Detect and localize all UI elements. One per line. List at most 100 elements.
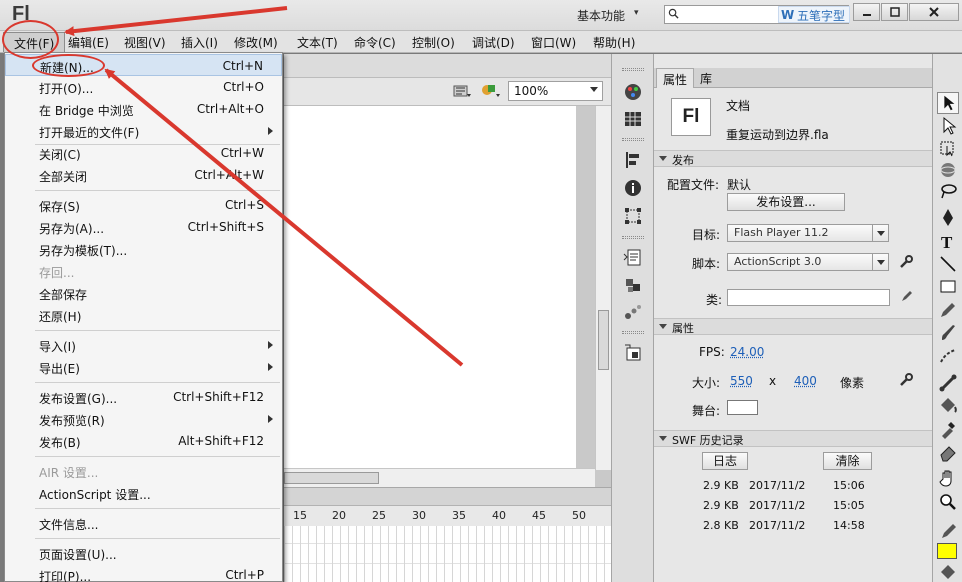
code-snippets-icon[interactable] [623, 248, 643, 268]
menu-item-save-as[interactable]: 另存为(A)... Ctrl+Shift+S [5, 216, 282, 238]
rectangle-tool-icon[interactable] [937, 276, 959, 298]
horizontal-scrollbar[interactable] [284, 468, 595, 487]
pencil-icon[interactable] [900, 289, 914, 303]
tab-library[interactable]: 库 [694, 68, 718, 88]
menu-view[interactable]: 视图(V) [124, 34, 166, 51]
subselection-tool-icon[interactable] [937, 115, 959, 137]
menu-item-file-info[interactable]: 文件信息... [5, 512, 282, 534]
menu-debug[interactable]: 调试(D) [472, 34, 515, 51]
fill-color-icon[interactable] [937, 562, 959, 582]
menu-commands[interactable]: 命令(C) [354, 34, 396, 51]
menu-item-open[interactable]: 打开(O)... Ctrl+O [5, 76, 282, 98]
menu-help[interactable]: 帮助(H) [593, 34, 635, 51]
bone-tool-icon[interactable] [937, 372, 959, 394]
3d-rotation-tool-icon[interactable] [937, 159, 959, 181]
components-icon[interactable] [623, 276, 643, 296]
menu-item-publish[interactable]: 发布(B) Alt+Shift+F12 [5, 430, 282, 452]
log-button[interactable]: 日志 [702, 452, 748, 470]
menu-text[interactable]: 文本(T) [297, 34, 338, 51]
scrollbar-thumb[interactable] [284, 472, 379, 484]
menu-insert[interactable]: 插入(I) [181, 34, 218, 51]
menu-item-revert[interactable]: 还原(H) [5, 304, 282, 326]
menu-item-browse-bridge[interactable]: 在 Bridge 中浏览 Ctrl+Alt+O [5, 98, 282, 120]
edit-scene-icon[interactable] [452, 82, 472, 100]
color-icon[interactable] [623, 82, 643, 102]
hand-tool-icon[interactable] [937, 467, 959, 489]
menu-control[interactable]: 控制(O) [412, 34, 455, 51]
scrollbar-thumb[interactable] [598, 310, 609, 370]
brush-tool-icon[interactable] [937, 322, 959, 344]
dock-grip[interactable] [622, 236, 644, 239]
stage-color-swatch[interactable] [727, 400, 758, 415]
class-input[interactable] [727, 289, 890, 306]
edit-symbol-icon[interactable] [480, 82, 502, 100]
free-transform-tool-icon[interactable] [937, 137, 959, 159]
clear-button[interactable]: 清除 [823, 452, 872, 470]
annotation-circle-new [32, 54, 105, 77]
menu-item-close-all[interactable]: 全部关闭 Ctrl+Alt+W [5, 164, 282, 186]
menu-item-close[interactable]: 关闭(C) Ctrl+W [5, 142, 282, 164]
timeline-frames[interactable] [284, 526, 611, 582]
menu-window[interactable]: 窗口(W) [531, 34, 576, 51]
pencil-tool-icon[interactable] [937, 299, 959, 321]
paint-bucket-tool-icon[interactable] [937, 395, 959, 417]
frame-ruler[interactable]: 15 20 25 30 35 40 45 50 [284, 509, 611, 524]
menu-item-save[interactable]: 保存(S) Ctrl+S [5, 194, 282, 216]
menu-item-shortcut: Ctrl+Alt+O [197, 102, 264, 116]
tab-properties[interactable]: 属性 [656, 68, 694, 88]
swatches-icon[interactable] [623, 109, 643, 129]
menu-item-import[interactable]: 导入(I) [5, 334, 282, 356]
fill-color-swatch[interactable] [937, 543, 957, 559]
dock-grip[interactable] [622, 68, 644, 71]
menu-modify[interactable]: 修改(M) [234, 34, 278, 51]
wrench-icon[interactable] [899, 373, 913, 387]
eyedropper-tool-icon[interactable] [937, 418, 959, 440]
lasso-tool-icon[interactable] [937, 181, 959, 203]
width-value[interactable]: 550 [730, 374, 753, 388]
target-select[interactable]: Flash Player 11.2 [727, 224, 889, 242]
close-button[interactable] [909, 3, 959, 21]
chevron-down-icon[interactable]: ▾ [634, 8, 639, 18]
menu-item-label: 发布预览(R) [39, 412, 105, 429]
line-tool-icon[interactable] [937, 253, 959, 275]
text-tool-icon[interactable]: T [937, 230, 959, 252]
selection-tool-icon[interactable] [937, 92, 959, 114]
menu-edit[interactable]: 编辑(E) [68, 34, 109, 51]
fps-value[interactable]: 24.00 [730, 345, 764, 359]
dock-grip[interactable] [622, 331, 644, 334]
maximize-button[interactable] [881, 3, 908, 21]
frame-tick: 35 [452, 509, 466, 522]
project-icon[interactable] [623, 343, 643, 363]
zoom-tool-icon[interactable] [937, 491, 959, 513]
workspace-switcher[interactable]: 基本功能 [577, 7, 625, 24]
stage-canvas[interactable] [284, 106, 576, 468]
minimize-button[interactable] [853, 3, 880, 21]
menu-item-save-all[interactable]: 全部保存 [5, 282, 282, 304]
script-select[interactable]: ActionScript 3.0 [727, 253, 889, 271]
info-icon[interactable] [623, 178, 643, 198]
section-properties[interactable]: 属性 [654, 318, 932, 335]
transform-icon[interactable] [623, 206, 643, 226]
dock-grip[interactable] [622, 138, 644, 141]
pen-tool-icon[interactable] [937, 207, 959, 229]
zoom-select[interactable]: 100% [508, 81, 603, 101]
section-publish[interactable]: 发布 [654, 150, 932, 167]
menu-item-actionscript-settings[interactable]: ActionScript 设置... [5, 482, 282, 504]
align-icon[interactable] [623, 150, 643, 170]
menu-item-print[interactable]: 打印(P)... Ctrl+P [5, 564, 282, 582]
section-swf-history[interactable]: SWF 历史记录 [654, 430, 932, 447]
wrench-icon[interactable] [899, 255, 913, 269]
menu-item-publish-settings[interactable]: 发布设置(G)... Ctrl+Shift+F12 [5, 386, 282, 408]
eraser-tool-icon[interactable] [937, 441, 959, 463]
vertical-scrollbar[interactable] [595, 106, 611, 470]
publish-settings-button[interactable]: 发布设置... [727, 193, 845, 211]
menu-item-export[interactable]: 导出(E) [5, 356, 282, 378]
height-value[interactable]: 400 [794, 374, 817, 388]
stroke-color-icon[interactable] [937, 520, 959, 542]
menu-item-publish-preview[interactable]: 发布预览(R) [5, 408, 282, 430]
menu-item-page-setup[interactable]: 页面设置(U)... [5, 542, 282, 564]
menu-item-open-recent[interactable]: 打开最近的文件(F) [5, 120, 282, 142]
deco-tool-icon[interactable] [937, 345, 959, 367]
motion-presets-icon[interactable] [623, 302, 643, 322]
menu-item-save-as-template[interactable]: 另存为模板(T)... [5, 238, 282, 260]
